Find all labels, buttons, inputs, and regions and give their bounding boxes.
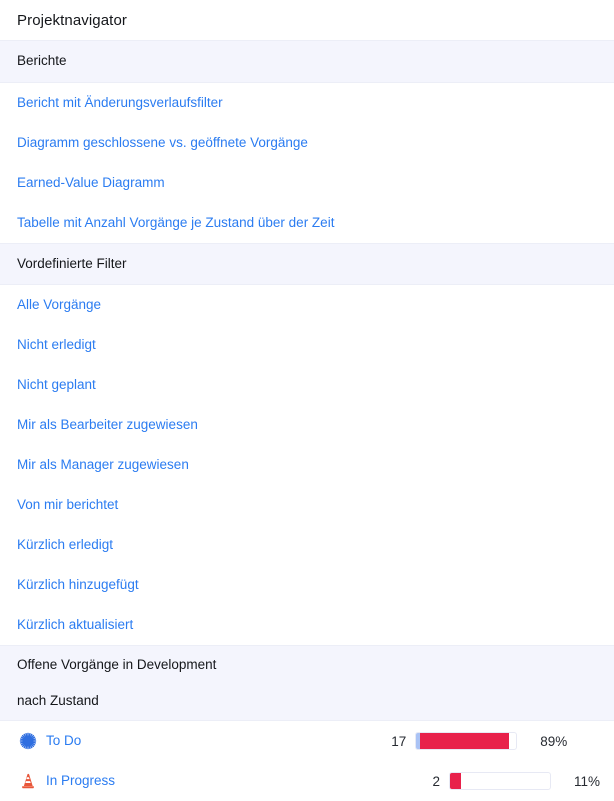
status-progress-bar bbox=[415, 732, 518, 750]
page-title: Projektnavigator bbox=[17, 11, 127, 29]
link-label: Kürzlich hinzugefügt bbox=[17, 577, 139, 593]
link-row-chart-closed-vs-opened-issues[interactable]: Diagramm geschlossene vs. geöffnete Vorg… bbox=[0, 122, 614, 163]
link-label: Mir als Bearbeiter zugewiesen bbox=[17, 417, 198, 433]
status-percent: 11% bbox=[574, 773, 601, 789]
section-header-reports: Berichte bbox=[0, 40, 614, 83]
link-label: Mir als Manager zugewiesen bbox=[17, 457, 189, 473]
status-count: 2 bbox=[432, 773, 441, 789]
link-label: Alle Vorgänge bbox=[17, 297, 102, 313]
link-row-reported-by-me[interactable]: Von mir berichtet bbox=[0, 485, 614, 526]
link-row-recently-added[interactable]: Kürzlich hinzugefügt bbox=[0, 565, 614, 606]
link-row-all-issues[interactable]: Alle Vorgänge bbox=[0, 285, 614, 326]
progress-bar-fill bbox=[450, 773, 462, 789]
link-label: Kürzlich erledigt bbox=[17, 537, 114, 553]
section-header-open-issues-subtitle: nach Zustand bbox=[17, 693, 99, 709]
link-label: Von mir berichtet bbox=[17, 497, 119, 513]
status-row-in-progress[interactable]: In Progress 2 11% bbox=[0, 761, 614, 801]
open-issues-status-list: To Do 17 89% In Progress 2 11% bbox=[0, 721, 614, 801]
link-row-recently-done[interactable]: Kürzlich erledigt bbox=[0, 525, 614, 566]
status-metrics: 17 89% bbox=[81, 721, 614, 761]
link-row-assigned-to-me-as-assignee[interactable]: Mir als Bearbeiter zugewiesen bbox=[0, 405, 614, 446]
traffic-cone-icon bbox=[17, 770, 39, 792]
status-metrics: 2 11% bbox=[115, 761, 614, 801]
section-header-open-issues-title: Offene Vorgänge in Development bbox=[17, 657, 217, 673]
status-count: 17 bbox=[391, 733, 407, 749]
section-header-predefined-filters: Vordefinierte Filter bbox=[0, 242, 614, 286]
link-row-table-issue-count-by-state-over-time[interactable]: Tabelle mit Anzahl Vorgänge je Zustand ü… bbox=[0, 202, 614, 243]
status-label[interactable]: To Do bbox=[46, 734, 81, 748]
status-percent: 89% bbox=[540, 733, 568, 749]
link-row-not-planned[interactable]: Nicht geplant bbox=[0, 365, 614, 406]
link-label: Nicht erledigt bbox=[17, 337, 96, 353]
link-row-not-done[interactable]: Nicht erledigt bbox=[0, 325, 614, 366]
section-header-reports-label: Berichte bbox=[17, 53, 67, 69]
link-label: Bericht mit Änderungsverlaufsfilter bbox=[17, 94, 223, 110]
status-row-to-do[interactable]: To Do 17 89% bbox=[0, 721, 614, 761]
link-row-earned-value-chart[interactable]: Earned-Value Diagramm bbox=[0, 162, 614, 203]
section-header-predefined-filters-label: Vordefinierte Filter bbox=[17, 256, 127, 271]
project-navigator-panel: Projektnavigator Berichte Bericht mit Än… bbox=[0, 0, 614, 801]
link-row-assigned-to-me-as-manager[interactable]: Mir als Manager zugewiesen bbox=[0, 445, 614, 486]
status-label[interactable]: In Progress bbox=[46, 774, 115, 788]
link-label: Kürzlich aktualisiert bbox=[17, 617, 134, 633]
section-header-open-issues: Offene Vorgänge in Development nach Zust… bbox=[0, 645, 614, 721]
link-label: Nicht geplant bbox=[17, 377, 96, 393]
blue-starburst-icon bbox=[17, 730, 39, 752]
link-label: Tabelle mit Anzahl Vorgänge je Zustand ü… bbox=[17, 214, 335, 230]
reports-link-list: Bericht mit Änderungsverlaufsfilter Diag… bbox=[0, 82, 614, 243]
predefined-filters-link-list: Alle Vorgänge Nicht erledigt Nicht gepla… bbox=[0, 285, 614, 646]
progress-bar-fill bbox=[420, 733, 510, 749]
link-row-recently-updated[interactable]: Kürzlich aktualisiert bbox=[0, 605, 614, 646]
link-row-report-change-history-filter[interactable]: Bericht mit Änderungsverlaufsfilter bbox=[0, 82, 614, 123]
link-label: Diagramm geschlossene vs. geöffnete Vorg… bbox=[17, 134, 308, 150]
link-label: Earned-Value Diagramm bbox=[17, 174, 165, 190]
panel-header: Projektnavigator bbox=[0, 0, 614, 40]
status-progress-bar bbox=[449, 772, 552, 790]
